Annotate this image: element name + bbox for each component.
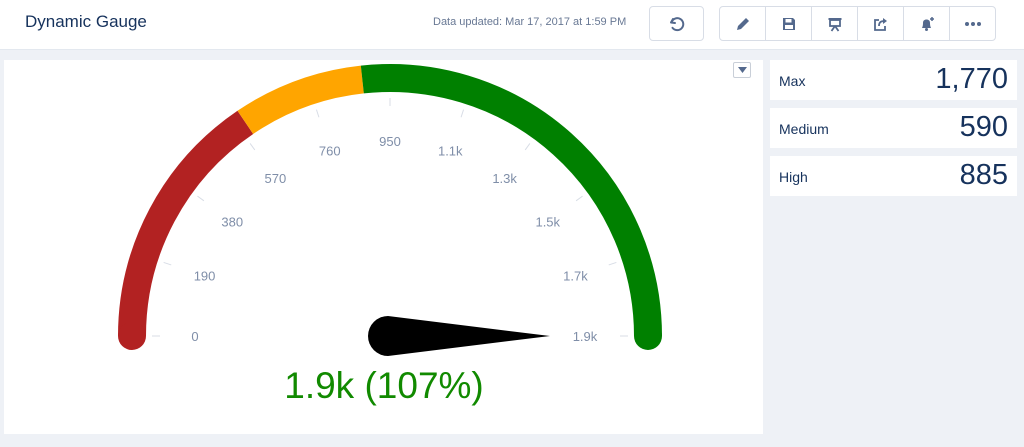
gauge-tick-label: 0 [191,329,198,344]
more-icon [964,21,981,26]
gauge-tick [315,109,320,118]
gauge-tick-label: 1.5k [535,214,560,229]
gauge-tick-label: 1.9k [573,329,598,344]
gauge-band [360,64,662,337]
chart-menu-button[interactable] [733,62,751,78]
presentation-icon [828,17,841,32]
bell-plus-icon [921,16,934,31]
gauge-tick [524,143,531,151]
gauge-tick-label: 190 [194,269,216,284]
gauge-tick-label: 760 [319,144,341,159]
share-button[interactable] [858,7,904,40]
save-icon [782,17,795,30]
gauge-tick [460,109,465,118]
present-button[interactable] [812,7,858,40]
chevron-down-icon [737,67,747,73]
gauge-band [237,65,365,135]
gauge-tick-label: 1.1k [438,144,463,159]
gauge-band-cap [118,322,146,350]
stat-card-max: Max 1,770 [770,60,1017,100]
gauge-tick [163,261,172,266]
stat-card-high: High 885 [770,156,1017,196]
gauge-band-cap [634,322,662,350]
gauge-tick-label: 380 [221,214,243,229]
gauge-tick [575,195,583,202]
save-button[interactable] [766,7,812,40]
gauge-tick-label: 1.3k [492,171,517,186]
gauge-needle [368,316,550,356]
notification-button[interactable] [904,7,950,40]
gauge-value-label: 1.9k (107%) [284,365,484,406]
share-icon [873,17,887,31]
gauge-tick-label: 570 [265,171,287,186]
stat-value: 590 [959,111,1008,143]
stat-card-medium: Medium 590 [770,108,1017,148]
gauge-tick [249,143,256,151]
stat-label: Medium [779,121,829,137]
stat-label: High [779,169,808,185]
gauge-tick [197,195,205,202]
more-actions-button[interactable] [950,7,995,40]
gauge-tick [608,261,617,266]
stat-label: Max [779,73,806,89]
stat-value: 885 [959,159,1008,191]
stat-value: 1,770 [935,63,1008,95]
gauge-tick-label: 1.7k [563,269,588,284]
gauge-tick-label: 950 [379,134,401,149]
